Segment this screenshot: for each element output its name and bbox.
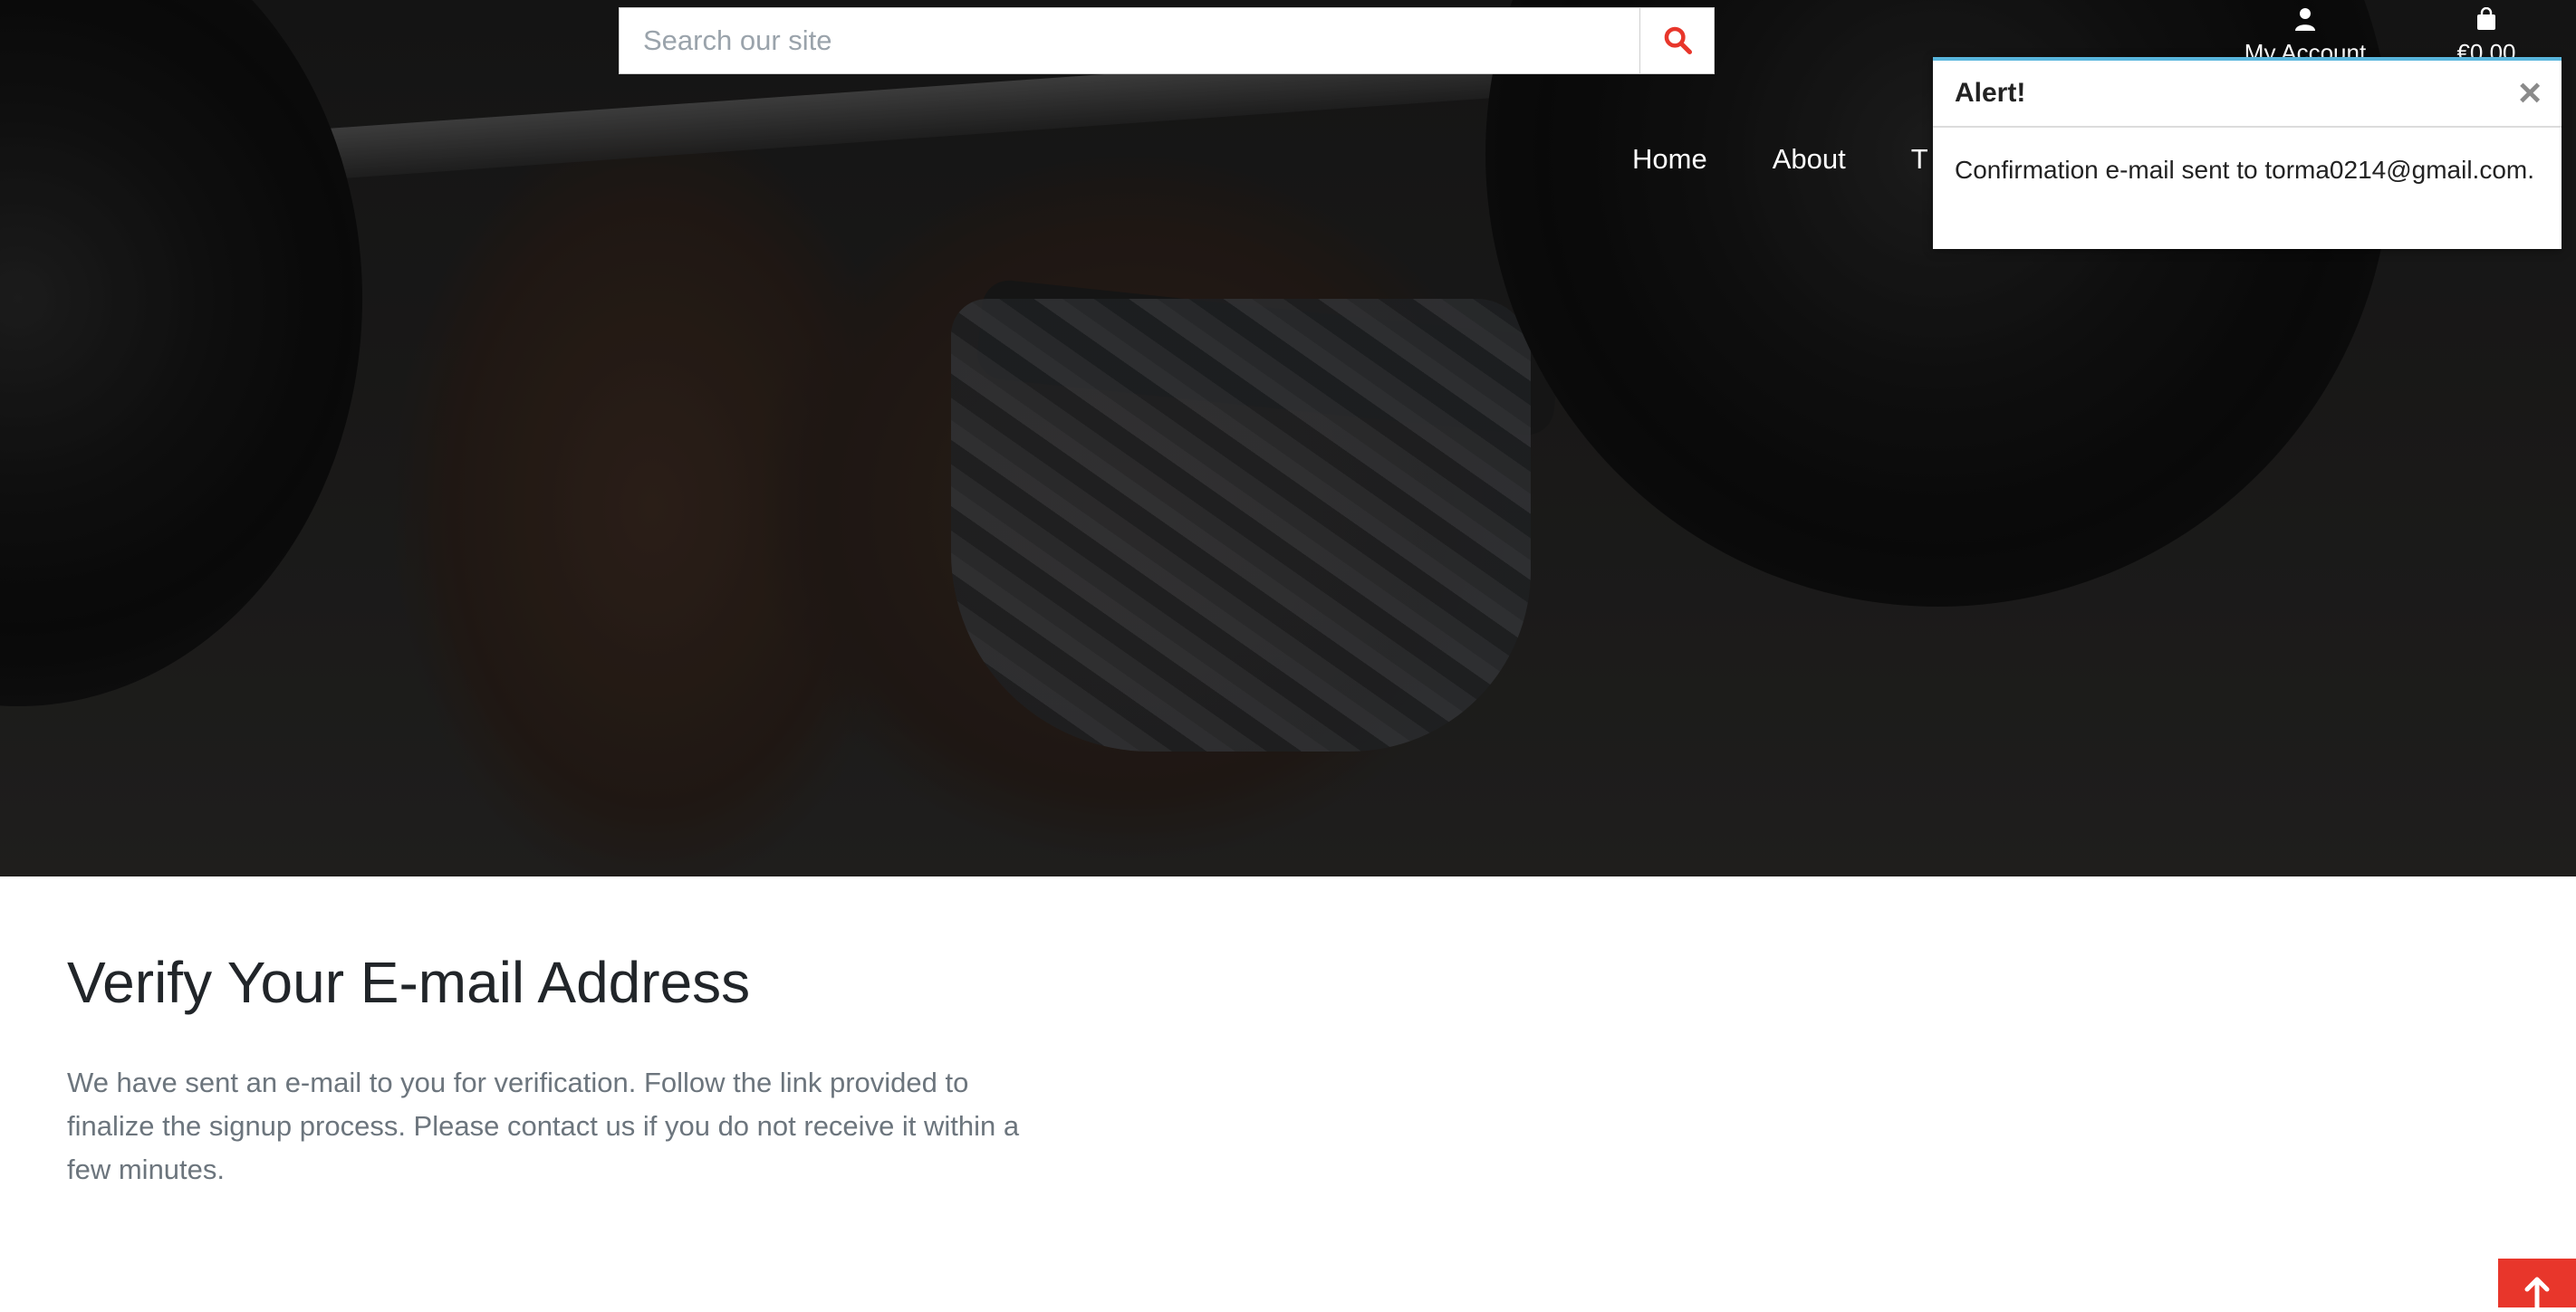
nav-item-home[interactable]: Home [1632,143,1707,176]
search-form [619,7,1715,74]
alert-header: Alert! × [1933,61,2562,128]
close-icon[interactable]: × [2518,73,2542,113]
search-icon [1662,24,1693,58]
search-input[interactable] [620,8,1639,73]
alert-toast: Alert! × Confirmation e-mail sent to tor… [1933,57,2562,249]
verification-message: We have sent an e-mail to you for verifi… [67,1067,1020,1185]
page-title: Verify Your E-mail Address [67,950,751,1015]
search-button[interactable] [1639,8,1714,73]
alert-title: Alert! [1955,78,2026,108]
shopping-bag-icon [2475,6,2497,36]
back-to-top-button[interactable] [2498,1259,2576,1310]
arrow-up-icon [2523,1277,2551,1310]
user-icon [2294,8,2316,36]
nav-item-about[interactable]: About [1773,143,1846,176]
main-nav: Home About T [1632,143,1928,176]
alert-message: Confirmation e-mail sent to torma0214@gm… [1955,156,2535,184]
nav-item-truncated[interactable]: T [1911,143,1928,176]
